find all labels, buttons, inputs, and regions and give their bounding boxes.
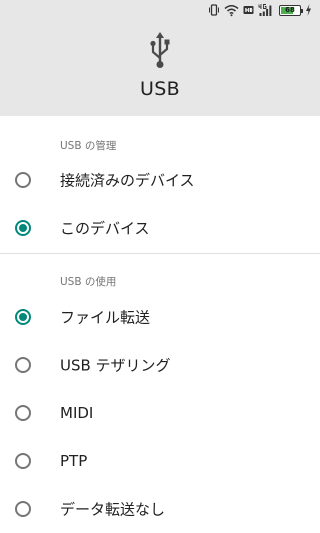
section-divider (0, 253, 320, 254)
option-usb-tethering[interactable]: USB テザリング (0, 341, 320, 389)
option-ptp[interactable]: PTP (0, 437, 320, 485)
option-midi[interactable]: MIDI (0, 389, 320, 437)
radio-button[interactable] (15, 501, 31, 517)
option-connected-device[interactable]: 接続済みのデバイス (0, 156, 320, 204)
radio-button[interactable] (15, 172, 31, 188)
vibrate-icon (209, 4, 219, 16)
header: 68 USB (0, 0, 320, 116)
section-header-usb-management: USB の管理 (60, 140, 117, 152)
option-label: USB テザリング (60, 356, 171, 375)
charging-icon (306, 4, 311, 16)
status-bar: 68 (0, 0, 320, 20)
usb-settings-screen: 68 USB USB の管理 接続済みのデバイス このデバイス USB の使用 … (0, 0, 320, 533)
option-no-data-transfer[interactable]: データ転送なし (0, 485, 320, 533)
wifi-icon (224, 5, 239, 17)
radio-button[interactable] (15, 453, 31, 469)
option-file-transfer[interactable]: ファイル転送 (0, 293, 320, 341)
radio-dot (19, 224, 27, 232)
option-label: データ転送なし (60, 500, 166, 519)
hd-icon (243, 6, 254, 14)
battery-icon: 68 (279, 4, 303, 16)
option-label: ファイル転送 (60, 308, 151, 327)
page-title: USB (140, 78, 180, 100)
radio-button[interactable] (15, 405, 31, 421)
option-label: 接続済みのデバイス (60, 171, 195, 190)
battery-level: 68 (285, 5, 295, 14)
radio-button-selected[interactable] (15, 220, 31, 236)
4g-signal-icon (258, 4, 272, 16)
status-icons: 68 (208, 3, 312, 17)
radio-button-selected[interactable] (15, 309, 31, 325)
radio-dot (19, 313, 27, 321)
option-this-device[interactable]: このデバイス (0, 204, 320, 252)
option-label: PTP (60, 452, 88, 470)
usb-icon (150, 32, 170, 68)
radio-button[interactable] (15, 357, 31, 373)
option-label: MIDI (60, 404, 94, 422)
section-header-usb-usage: USB の使用 (60, 276, 117, 288)
option-label: このデバイス (60, 219, 150, 238)
